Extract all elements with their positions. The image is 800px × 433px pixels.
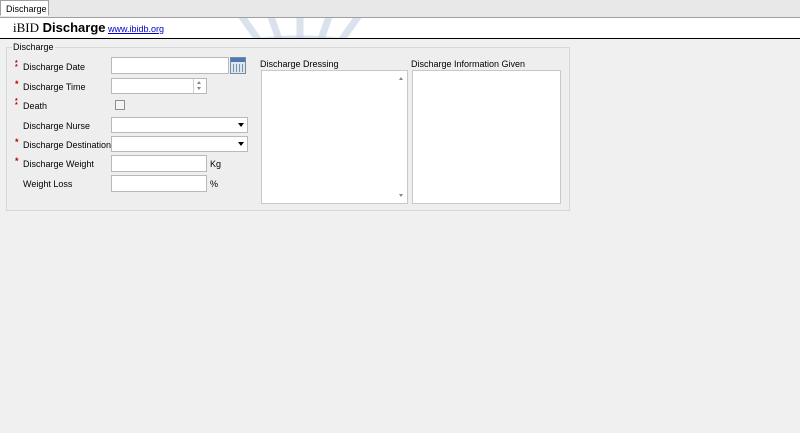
discharge-date-label: Discharge Date — [23, 62, 86, 72]
weight-loss-label: Weight Loss — [23, 179, 73, 189]
discharge-weight-label: Discharge Weight — [23, 159, 94, 169]
required-marker: * — [15, 137, 19, 147]
dressing-textarea[interactable] — [261, 70, 408, 204]
brand-prefix: iBID — [13, 20, 39, 35]
weight-unit: Kg — [210, 159, 222, 169]
time-spinner[interactable] — [193, 79, 206, 93]
brand-title: iBID Discharge — [13, 20, 106, 36]
website-link[interactable]: www.ibidb.org — [108, 24, 164, 34]
discharge-date-input[interactable] — [111, 57, 229, 74]
tab-discharge[interactable]: Discharge — [0, 0, 49, 16]
calendar-icon[interactable] — [230, 57, 246, 74]
required-marker: * * — [15, 98, 18, 109]
dressing-label: Discharge Dressing — [260, 59, 339, 69]
spin-down-icon[interactable] — [194, 86, 206, 93]
discharge-time-input[interactable] — [111, 78, 207, 94]
discharge-nurse-label: Discharge Nurse — [23, 121, 91, 131]
required-marker: * — [15, 156, 19, 166]
watermark-graphic — [238, 18, 362, 38]
spin-up-icon[interactable] — [194, 79, 206, 86]
death-label: Death — [23, 101, 48, 111]
scroll-down-icon[interactable] — [399, 194, 403, 197]
info-given-textarea[interactable] — [412, 70, 561, 204]
dropdown-arrow-icon[interactable] — [238, 123, 244, 127]
required-marker: * — [15, 79, 19, 89]
tab-label: Discharge — [6, 4, 47, 14]
group-title: Discharge — [12, 42, 55, 52]
dropdown-arrow-icon[interactable] — [238, 142, 244, 146]
info-given-label: Discharge Information Given — [411, 59, 526, 69]
dressing-scrollbar[interactable] — [395, 71, 407, 203]
discharge-weight-input[interactable] — [111, 155, 207, 172]
brand-name: Discharge — [42, 20, 106, 35]
tab-bar: Discharge — [0, 0, 800, 18]
page-header: iBID Discharge www.ibidb.org — [0, 18, 800, 39]
discharge-nurse-select[interactable] — [111, 117, 248, 133]
discharge-time-label: Discharge Time — [23, 82, 86, 92]
discharge-destination-label: Discharge Destination — [23, 140, 112, 150]
required-marker: * * — [15, 60, 18, 71]
weight-loss-unit: % — [210, 179, 219, 189]
death-checkbox[interactable] — [115, 100, 125, 110]
scroll-up-icon[interactable] — [399, 77, 403, 80]
weight-loss-input[interactable] — [111, 175, 207, 192]
discharge-destination-select[interactable] — [111, 136, 248, 152]
